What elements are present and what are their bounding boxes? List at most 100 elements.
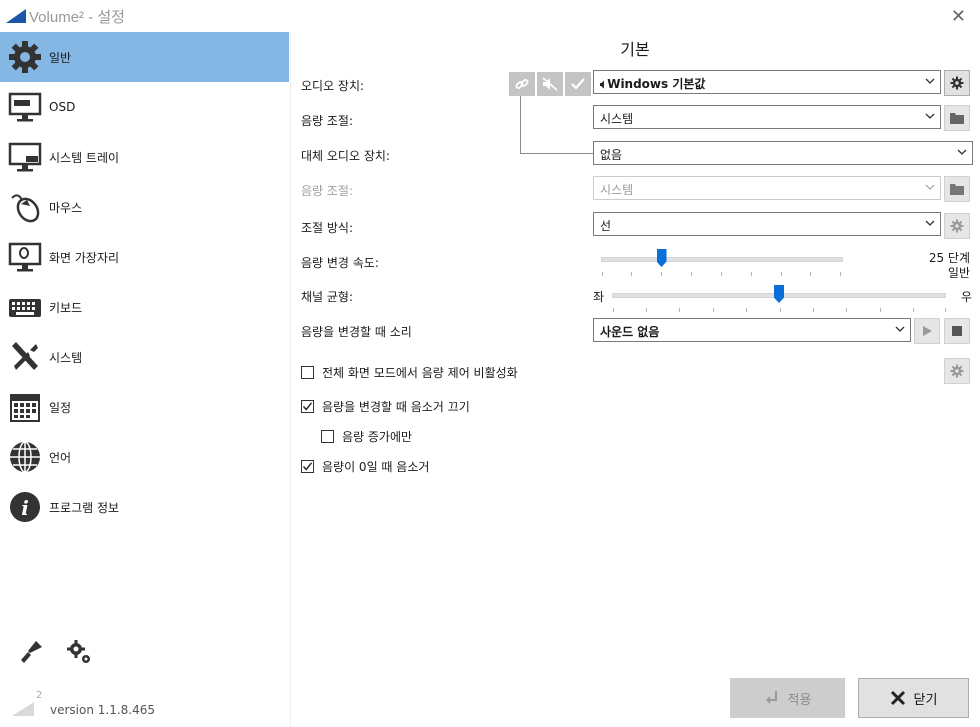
alt-audio-device-select[interactable]: 없음 — [593, 141, 973, 165]
sidebar-item-label: 마우스 — [49, 200, 83, 215]
volume-control-browse-button[interactable] — [944, 105, 970, 131]
checkbox-box[interactable] — [301, 400, 314, 413]
app-logo-icon — [6, 9, 26, 23]
change-sound-value: 사운드 없음 — [600, 325, 660, 339]
stop-icon — [952, 326, 962, 336]
folder-icon — [950, 113, 964, 124]
change-sound-label: 음량을 변경할 때 소리 — [301, 325, 412, 339]
close-button[interactable]: 닫기 — [858, 678, 969, 718]
sidebar-item-schedule[interactable]: 일정 — [0, 382, 289, 432]
check-icon — [571, 78, 585, 90]
sidebar-item-about[interactable]: i 프로그램 정보 — [0, 482, 289, 532]
speaker-muted-icon — [542, 77, 558, 91]
checkbox-unmute-on-change[interactable]: 음량을 변경할 때 음소거 끄기 — [301, 398, 470, 415]
sidebar-item-label: 언어 — [49, 450, 72, 465]
link-device-button[interactable] — [509, 72, 535, 96]
sidebar-item-mouse[interactable]: 마우스 — [0, 182, 289, 232]
checkbox-box[interactable] — [301, 460, 314, 473]
balance-slider-thumb[interactable] — [774, 285, 784, 303]
sidebar: 일반 OSD 시스템 트레이 마우스 화면 가장자리 키보드 시스템 일정 언어… — [0, 32, 291, 727]
folder-icon — [950, 184, 964, 195]
mute-device-button[interactable] — [537, 72, 563, 96]
confirm-device-button[interactable] — [565, 72, 591, 96]
sidebar-item-osd[interactable]: OSD — [0, 82, 289, 132]
checkbox-box[interactable] — [321, 430, 334, 443]
checkmark-icon — [302, 402, 313, 411]
sidebar-item-system[interactable]: 시스템 — [0, 332, 289, 382]
change-speed-description: 일반 — [947, 266, 970, 280]
chevron-down-icon — [925, 220, 935, 226]
sidebar-item-general[interactable]: 일반 — [0, 32, 289, 82]
mouse-icon — [11, 194, 40, 223]
apply-label: 적용 — [787, 692, 812, 708]
checkbox-box[interactable] — [301, 366, 314, 379]
balance-right-label: 우 — [961, 290, 973, 304]
sidebar-item-label: 화면 가장자리 — [49, 250, 120, 265]
play-sound-button[interactable] — [914, 318, 940, 344]
adjust-method-value: 선 — [600, 219, 612, 233]
checkbox-label: 전체 화면 모드에서 음량 제어 비활성화 — [322, 366, 518, 380]
close-icon — [890, 690, 905, 706]
change-sound-select[interactable]: 사운드 없음 — [593, 318, 911, 342]
sidebar-item-label: 일반 — [49, 50, 72, 65]
checkbox-increase-only[interactable]: 음량 증가에만 — [321, 428, 412, 445]
sidebar-item-keyboard[interactable]: 키보드 — [0, 282, 289, 332]
apply-button[interactable]: 적용 — [730, 678, 845, 718]
calendar-icon — [10, 394, 40, 422]
volume-control-value: 시스템 — [600, 112, 634, 126]
page-title: 기본 — [620, 40, 650, 59]
audio-device-label: 오디오 장치: — [301, 79, 365, 93]
adjust-method-label: 조절 방식: — [301, 221, 354, 235]
chevron-down-icon — [925, 78, 935, 84]
audio-device-select[interactable]: 🔈︎Windows 기본값 — [593, 70, 941, 94]
checkbox-label: 음량을 변경할 때 음소거 끄기 — [322, 400, 470, 414]
keyboard-icon — [9, 299, 41, 317]
version-logo-icon — [12, 702, 34, 716]
apply-icon — [765, 691, 777, 704]
balance-label: 채널 균형: — [301, 290, 354, 304]
title-bar: Volume² - 설정 ✕ — [0, 0, 980, 32]
alt-volume-control-value: 시스템 — [600, 183, 634, 197]
monitor-osd-icon — [8, 92, 42, 122]
fullscreen-settings-button[interactable] — [944, 358, 970, 384]
globe-icon — [10, 441, 40, 473]
balance-left-label: 좌 — [593, 290, 605, 304]
close-label: 닫기 — [913, 692, 938, 708]
checkbox-disable-fullscreen[interactable]: 전체 화면 모드에서 음량 제어 비활성화 — [301, 364, 518, 381]
info-icon: i — [10, 492, 40, 522]
volume-control-select[interactable]: 시스템 — [593, 105, 941, 129]
checkbox-label: 음량 증가에만 — [342, 430, 413, 444]
alt-audio-device-value: 없음 — [600, 148, 623, 162]
stop-sound-button[interactable] — [944, 318, 970, 344]
version-text: version 1.1.8.465 — [50, 703, 156, 717]
change-speed-slider-thumb[interactable] — [656, 249, 667, 267]
brush-icon[interactable] — [18, 639, 44, 665]
sidebar-item-language[interactable]: 언어 — [0, 432, 289, 482]
adjust-method-select[interactable]: 선 — [593, 212, 941, 236]
change-speed-label: 음량 변경 속도: — [301, 256, 379, 270]
sidebar-item-screen-edge[interactable]: 화면 가장자리 — [0, 232, 289, 282]
volume-control-label: 음량 조절: — [301, 114, 354, 128]
close-window-icon[interactable]: ✕ — [951, 6, 966, 27]
gear-icon — [950, 76, 964, 90]
gear-icon — [9, 41, 41, 73]
alt-volume-control-select[interactable]: 시스템 — [593, 176, 941, 200]
sidebar-item-tray[interactable]: 시스템 트레이 — [0, 132, 289, 182]
main-panel: 기본 오디오 장치: 🔈︎Windows 기본값 음량 조절: 시스템 대체 오… — [290, 32, 980, 727]
link-icon — [515, 79, 529, 89]
svg-text:i: i — [21, 496, 29, 520]
sidebar-item-label: 키보드 — [49, 300, 83, 315]
alt-volume-control-label: 음량 조절: — [301, 184, 354, 198]
alt-volume-control-browse-button[interactable] — [944, 176, 970, 202]
adjust-method-settings-button[interactable] — [944, 213, 970, 239]
sidebar-item-label: 프로그램 정보 — [49, 500, 120, 515]
audio-device-settings-button[interactable] — [944, 70, 970, 96]
checkbox-label: 음량이 0일 때 음소거 — [322, 460, 430, 474]
chevron-down-icon — [895, 326, 905, 332]
monitor-tray-icon — [8, 142, 42, 172]
advanced-settings-icon[interactable] — [66, 639, 92, 665]
checkbox-mute-at-zero[interactable]: 음량이 0일 때 음소거 — [301, 458, 429, 475]
sidebar-item-label: 일정 — [49, 400, 72, 415]
sidebar-item-label: 시스템 — [49, 350, 83, 365]
change-speed-slider-track[interactable] — [601, 257, 843, 262]
